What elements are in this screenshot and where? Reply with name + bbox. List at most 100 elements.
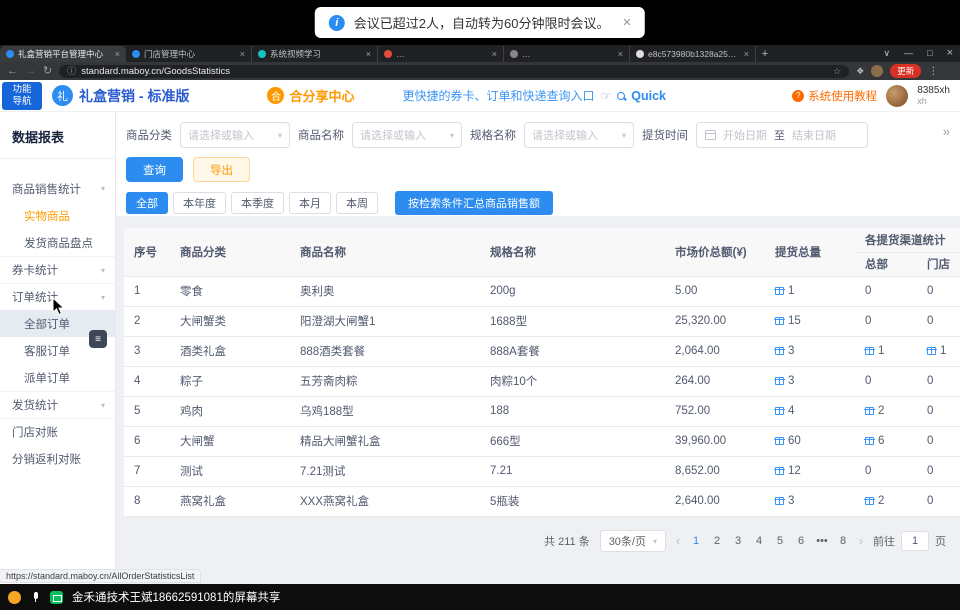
screen-share-icon[interactable] bbox=[50, 591, 63, 604]
tutorial-link[interactable]: ? 系统使用教程 bbox=[792, 88, 877, 104]
maximize-button[interactable]: □ bbox=[920, 45, 939, 62]
page-number[interactable]: ••• bbox=[816, 535, 828, 547]
pickup-count-icon bbox=[775, 497, 784, 505]
tab-close-icon[interactable]: × bbox=[115, 49, 120, 59]
close-icon[interactable]: × bbox=[622, 14, 631, 31]
page-number[interactable]: 8 bbox=[837, 535, 849, 547]
chevron-down-icon: ▾ bbox=[101, 266, 105, 275]
page-size-select[interactable]: 30条/页 ▾ bbox=[600, 530, 666, 552]
screen-share-text: 金禾通技术王斌18662591081的屏幕共享 bbox=[72, 589, 280, 605]
sidebar-item-dispatch-orders[interactable]: 派单订单 bbox=[0, 364, 115, 391]
sidebar-collapse-handle[interactable]: ≡ bbox=[89, 330, 107, 348]
favicon-icon bbox=[258, 50, 266, 58]
page-number[interactable]: 6 bbox=[795, 535, 807, 547]
pickup-count-icon bbox=[775, 467, 784, 475]
prev-page-icon[interactable]: ‹ bbox=[676, 534, 680, 548]
user-meta[interactable]: 8385xh xh bbox=[917, 85, 950, 107]
search-button[interactable]: 查询 bbox=[126, 157, 183, 182]
tab-close-icon[interactable]: × bbox=[492, 49, 497, 59]
tab-close-icon[interactable]: × bbox=[366, 49, 371, 59]
browser-profile-avatar[interactable] bbox=[871, 65, 883, 77]
site-info-icon[interactable]: ⓘ bbox=[67, 67, 76, 76]
quick-entry[interactable]: 更快捷的券卡、订单和快递查询入口 ☞ Quick bbox=[402, 87, 666, 104]
spec-select[interactable]: 请选择或输入 ▾ bbox=[524, 122, 634, 148]
page-number[interactable]: 5 bbox=[774, 535, 786, 547]
main-content: 商品分类 请选择或输入 ▾ 商品名称 请选择或输入 ▾ 规格名称 请选择或输入 … bbox=[116, 112, 960, 584]
tab-close-icon[interactable]: × bbox=[744, 49, 749, 59]
link-preview-bubble: https://standard.maboy.cn/AllOrderStatis… bbox=[0, 569, 201, 583]
page-number[interactable]: 1 bbox=[690, 535, 702, 547]
reload-icon[interactable]: ↻ bbox=[43, 66, 52, 77]
chevron-down-icon[interactable]: ∨ bbox=[877, 45, 898, 62]
segment-month[interactable]: 本月 bbox=[289, 192, 331, 214]
browser-tab[interactable]: … × bbox=[378, 46, 504, 62]
table-cell: 2,064.00 bbox=[665, 336, 765, 366]
page-number[interactable]: 4 bbox=[753, 535, 765, 547]
back-icon[interactable]: ← bbox=[7, 66, 18, 77]
pickup-count-icon bbox=[775, 287, 784, 295]
chevron-down-icon: ▾ bbox=[101, 184, 105, 193]
export-button[interactable]: 导出 bbox=[193, 157, 250, 182]
table-cell: 39,960.00 bbox=[665, 426, 765, 456]
table-cell: 60 bbox=[765, 426, 855, 456]
brand-logo-icon: 礼 bbox=[52, 85, 73, 106]
sidebar-item-shipped-goods-check[interactable]: 发货商品盘点 bbox=[0, 229, 115, 256]
extensions-icon[interactable]: ❖ bbox=[856, 66, 864, 77]
table-cell: 8 bbox=[124, 486, 170, 516]
sidebar-group-order-stats[interactable]: 订单统计 ▾ bbox=[0, 283, 115, 310]
browser-tab[interactable]: 系统视频学习 × bbox=[252, 46, 378, 62]
browser-menu-icon[interactable]: ⋮ bbox=[928, 66, 938, 77]
chevron-down-icon: ▾ bbox=[101, 293, 105, 302]
sidebar-group-shipping-stats[interactable]: 发货统计 ▾ bbox=[0, 391, 115, 418]
segment-quarter[interactable]: 本季度 bbox=[231, 192, 284, 214]
browser-tab-active[interactable]: 礼盒营销平台管理中心 × bbox=[0, 46, 126, 62]
url-bar[interactable]: ⓘ standard.maboy.cn/GoodsStatistics ☆ bbox=[59, 65, 849, 78]
table-row: 5鸡肉乌鸡188型188752.00420 bbox=[124, 396, 960, 426]
browser-update-button[interactable]: 更新 bbox=[890, 64, 921, 78]
jump-page-input[interactable] bbox=[901, 531, 929, 551]
audio-indicator-icon bbox=[8, 591, 21, 604]
browser-tab[interactable]: e8c573980b1328a258fd2e6f × bbox=[630, 46, 756, 62]
sidebar-item-store-reconciliation[interactable]: 门店对账 bbox=[0, 418, 115, 445]
share-center-icon: 合 bbox=[267, 87, 284, 104]
date-range-picker[interactable]: 开始日期 至 结束日期 bbox=[696, 122, 868, 148]
category-select[interactable]: 请选择或输入 ▾ bbox=[180, 122, 290, 148]
spec-filter-label: 规格名称 bbox=[470, 127, 516, 143]
segment-all[interactable]: 全部 bbox=[126, 192, 168, 214]
next-page-icon[interactable]: › bbox=[859, 534, 863, 548]
date-separator: 至 bbox=[774, 127, 785, 143]
meeting-notice: i 会议已超过2人，自动转为60分钟限时会议。 × bbox=[315, 7, 645, 38]
sidebar-item-distribution-rebate[interactable]: 分销返利对账 bbox=[0, 445, 115, 472]
tab-close-icon[interactable]: × bbox=[618, 49, 623, 59]
sidebar-group-card-stats[interactable]: 券卡统计 ▾ bbox=[0, 256, 115, 283]
collapse-filters-icon[interactable]: » bbox=[943, 125, 950, 138]
minimize-button[interactable]: — bbox=[897, 45, 920, 62]
user-avatar[interactable] bbox=[886, 85, 908, 107]
forward-icon[interactable]: → bbox=[25, 66, 36, 77]
page-number[interactable]: 2 bbox=[711, 535, 723, 547]
url-text[interactable]: standard.maboy.cn/GoodsStatistics bbox=[81, 66, 828, 77]
function-nav-button[interactable]: 功能 导航 bbox=[2, 82, 42, 110]
bookmark-star-icon[interactable]: ☆ bbox=[833, 66, 841, 77]
sidebar-item-physical-goods[interactable]: 实物商品 bbox=[0, 202, 115, 229]
share-center-link[interactable]: 合 合分享中心 bbox=[267, 86, 354, 105]
table-body: 1零食奥利奥200g5.001002大闸蟹类阳澄湖大闸蟹11688型25,320… bbox=[124, 276, 960, 516]
tab-close-icon[interactable]: × bbox=[240, 49, 245, 59]
sidebar-group-goods-sales-stats[interactable]: 商品销售统计 ▾ bbox=[0, 175, 115, 202]
window-close-button[interactable]: × bbox=[940, 45, 960, 62]
microphone-icon[interactable] bbox=[32, 592, 39, 602]
browser-tab[interactable]: 门店管理中心 × bbox=[126, 46, 252, 62]
table-cell: 粽子 bbox=[170, 366, 290, 396]
summary-by-filter-button[interactable]: 按检索条件汇总商品销售额 bbox=[395, 191, 553, 215]
table-cell: 6 bbox=[855, 426, 917, 456]
name-select[interactable]: 请选择或输入 ▾ bbox=[352, 122, 462, 148]
browser-tab[interactable]: … × bbox=[504, 46, 630, 62]
favicon-icon bbox=[636, 50, 644, 58]
col-header-store: 门店 bbox=[917, 252, 960, 276]
page-number[interactable]: 3 bbox=[732, 535, 744, 547]
new-tab-button[interactable]: + bbox=[756, 46, 774, 62]
segment-year[interactable]: 本年度 bbox=[173, 192, 226, 214]
segment-week[interactable]: 本周 bbox=[336, 192, 378, 214]
name-filter-label: 商品名称 bbox=[298, 127, 344, 143]
table-cell: 888酒类套餐 bbox=[290, 336, 480, 366]
